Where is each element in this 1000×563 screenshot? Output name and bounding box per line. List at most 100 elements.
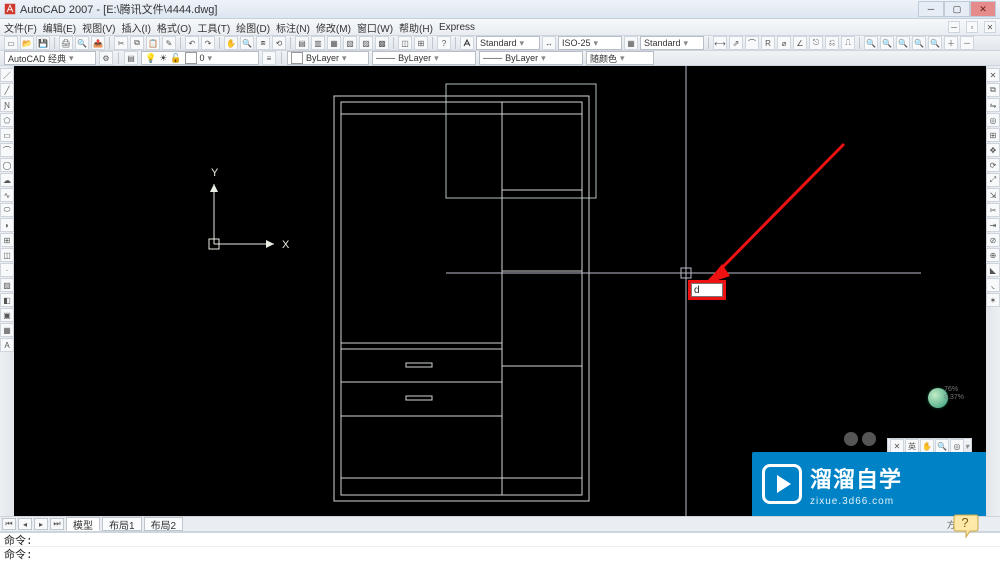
dim-aligned-icon[interactable]: ⇗ — [729, 36, 743, 50]
move-tool-icon[interactable]: ✥ — [986, 143, 1000, 157]
layer-props-icon[interactable]: ▤ — [124, 51, 138, 65]
dim-arc-icon[interactable]: ⌒ — [745, 36, 759, 50]
props-icon[interactable]: ▤ — [295, 36, 309, 50]
explode-tool-icon[interactable]: ✶ — [986, 293, 1000, 307]
redo-icon[interactable]: ↷ — [201, 36, 215, 50]
menu-insert[interactable]: 插入(I) — [121, 20, 150, 35]
textstyle-icon[interactable] — [460, 36, 474, 50]
menu-tools[interactable]: 工具(T) — [197, 20, 230, 35]
model-space-viewport[interactable]: X Y — [14, 66, 986, 516]
insertblk-tool-icon[interactable]: ⊞ — [0, 233, 14, 247]
textstyle-combo[interactable]: Standard▾ — [476, 36, 540, 50]
copy-icon[interactable]: ⧉ — [130, 36, 144, 50]
layer-prev-icon[interactable]: ≡ — [262, 51, 276, 65]
zoom-out-icon[interactable]: － — [960, 36, 974, 50]
tab-model[interactable]: 模型 — [66, 517, 100, 531]
minimize-button[interactable]: ─ — [918, 1, 944, 17]
array-tool-icon[interactable]: ⊞ — [986, 128, 1000, 142]
trim-tool-icon[interactable]: ✂ — [986, 203, 1000, 217]
menu-modify[interactable]: 修改(M) — [316, 20, 351, 35]
zoom-in-icon[interactable]: ＋ — [944, 36, 958, 50]
menu-help[interactable]: 帮助(H) — [399, 20, 433, 35]
menu-file[interactable]: 文件(F) — [4, 20, 37, 35]
arc-tool-icon[interactable]: ⌒ — [0, 143, 14, 157]
sheetset-icon[interactable]: ▧ — [343, 36, 357, 50]
cut-icon[interactable]: ✂ — [114, 36, 128, 50]
toolpal-icon[interactable]: ▦ — [327, 36, 341, 50]
open-icon[interactable]: 📂 — [20, 36, 34, 50]
nav-cancel-icon[interactable]: ✕ — [890, 439, 904, 453]
help-bubble-icon[interactable]: ? — [952, 511, 982, 541]
menu-draw[interactable]: 绘图(D) — [236, 20, 270, 35]
nav-zoom-icon[interactable]: 🔍 — [935, 439, 949, 453]
erase-tool-icon[interactable]: ✕ — [986, 68, 1000, 82]
save-icon[interactable]: 💾 — [36, 36, 50, 50]
workspace-combo[interactable]: AutoCAD 经典▾ — [4, 51, 96, 65]
spline-tool-icon[interactable]: ∿ — [0, 188, 14, 202]
doc-min-button[interactable]: ─ — [948, 21, 960, 33]
copy-tool-icon[interactable]: ⧉ — [986, 83, 1000, 97]
tab-layout2[interactable]: 布局2 — [144, 517, 184, 531]
tab-layout1[interactable]: 布局1 — [102, 517, 142, 531]
ellarc-tool-icon[interactable]: ◗ — [0, 218, 14, 232]
polygon-tool-icon[interactable]: ⬠ — [0, 113, 14, 127]
scale-tool-icon[interactable]: ⤢ — [986, 173, 1000, 187]
lineweight-combo[interactable]: ───ByLayer▾ — [479, 51, 583, 65]
zoom-dyn-icon[interactable]: 🔍 — [896, 36, 910, 50]
dynamic-input-box[interactable]: d — [691, 283, 723, 297]
dim-qk-icon[interactable]: ⎋ — [809, 36, 823, 50]
layer-combo[interactable]: 💡 ☀ 🔓 0▾ — [141, 51, 259, 65]
comm-center-widget[interactable]: 76%0.37% — [924, 382, 962, 420]
mtext-tool-icon[interactable]: A — [0, 338, 14, 352]
help-icon[interactable]: ? — [437, 36, 451, 50]
dim-base-icon[interactable]: ⎌ — [825, 36, 839, 50]
zoomprev-icon[interactable]: ⟲ — [272, 36, 286, 50]
block-icon[interactable]: ◫ — [398, 36, 412, 50]
line-tool-icon[interactable]: ／ — [0, 68, 14, 82]
nav-wheel-icon[interactable]: ◎ — [950, 439, 964, 453]
undo-icon[interactable]: ↶ — [185, 36, 199, 50]
dcenter-icon[interactable]: ▥ — [311, 36, 325, 50]
rotate-tool-icon[interactable]: ⟳ — [986, 158, 1000, 172]
zoom-ext-icon[interactable]: 🔍 — [864, 36, 878, 50]
plotstyle-combo[interactable]: 随颜色▾ — [586, 51, 654, 65]
dimstyle-combo[interactable]: ISO-25▾ — [558, 36, 622, 50]
xline-tool-icon[interactable]: ╱ — [0, 83, 14, 97]
close-button[interactable]: ✕ — [970, 1, 996, 17]
revcloud-tool-icon[interactable]: ☁ — [0, 173, 14, 187]
menu-view[interactable]: 视图(V) — [82, 20, 115, 35]
zoom-scale-icon[interactable]: 🔍 — [912, 36, 926, 50]
chamfer-tool-icon[interactable]: ◣ — [986, 263, 1000, 277]
drawing-canvas[interactable]: X Y — [14, 66, 986, 516]
menu-format[interactable]: 格式(O) — [157, 20, 191, 35]
join-tool-icon[interactable]: ⊕ — [986, 248, 1000, 262]
table-tool-icon[interactable]: ▦ — [0, 323, 14, 337]
publish-icon[interactable]: 📤 — [91, 36, 105, 50]
insert-icon[interactable]: ⊞ — [414, 36, 428, 50]
dim-cont-icon[interactable]: ⎍ — [841, 36, 855, 50]
menu-window[interactable]: 窗口(W) — [357, 20, 393, 35]
region-tool-icon[interactable]: ▣ — [0, 308, 14, 322]
menu-edit[interactable]: 编辑(E) — [43, 20, 76, 35]
menu-dim[interactable]: 标注(N) — [276, 20, 310, 35]
makeblk-tool-icon[interactable]: ◫ — [0, 248, 14, 262]
hatch-tool-icon[interactable]: ▨ — [0, 278, 14, 292]
extend-tool-icon[interactable]: ⇥ — [986, 218, 1000, 232]
stretch-tool-icon[interactable]: ⇲ — [986, 188, 1000, 202]
dim-diam-icon[interactable]: ⌀ — [777, 36, 791, 50]
nav-pan-icon[interactable]: ✋ — [920, 439, 934, 453]
gradient-tool-icon[interactable]: ◧ — [0, 293, 14, 307]
tab-scroll-first-icon[interactable]: ⏮ — [2, 518, 16, 530]
nav-orbit-icon[interactable]: 英 — [905, 439, 919, 453]
tab-scroll-prev-icon[interactable]: ◂ — [18, 518, 32, 530]
ws-settings-icon[interactable]: ⚙ — [99, 51, 113, 65]
dim-linear-icon[interactable]: ⟷ — [713, 36, 727, 50]
tab-scroll-next-icon[interactable]: ▸ — [34, 518, 48, 530]
markup-icon[interactable]: ▨ — [359, 36, 373, 50]
color-combo[interactable]: ByLayer▾ — [287, 51, 369, 65]
zoomrt-icon[interactable]: 🔍 — [240, 36, 254, 50]
circle-tool-icon[interactable]: ◯ — [0, 158, 14, 172]
tablestyle-combo[interactable]: Standard▾ — [640, 36, 704, 50]
command-window[interactable]: 命令: 命令: — [0, 532, 1000, 563]
maximize-button[interactable]: ▢ — [944, 1, 970, 17]
